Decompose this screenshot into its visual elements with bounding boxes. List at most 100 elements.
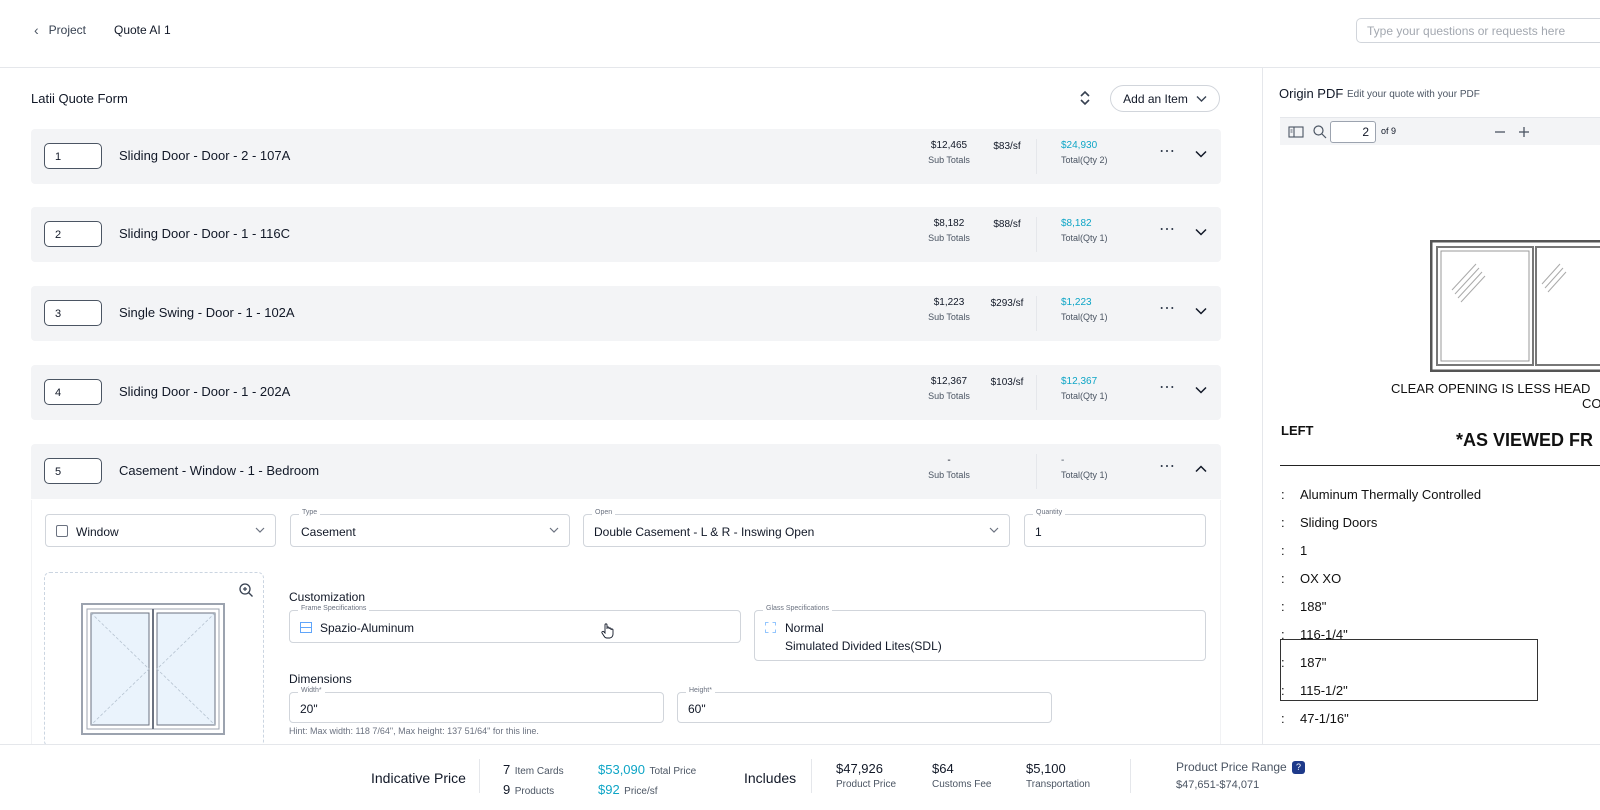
divider <box>1036 139 1037 174</box>
casement-window-drawing <box>81 603 225 735</box>
width-value: 20" <box>300 702 318 716</box>
subtotal-label: Sub Totals <box>928 233 970 243</box>
price-range-stat: Product Price Range $47,651-$74,071 <box>1176 760 1287 791</box>
item-row[interactable]: 4 Sliding Door - Door - 1 - 202A $12,367… <box>31 365 1221 420</box>
products-count: 9 <box>503 782 511 797</box>
pdf-row-text: 188" <box>1300 599 1327 614</box>
glass-spec-value-2: Simulated Divided Lites(SDL) <box>785 639 942 653</box>
total-label: Total(Qty 1) <box>1061 312 1108 322</box>
item-number-field[interactable]: 4 <box>44 379 102 405</box>
pdf-panel: Origin PDF Edit your quote with your PDF… <box>1262 68 1600 744</box>
frame-icon <box>300 622 312 633</box>
height-input[interactable]: Height* 60" <box>677 687 1052 723</box>
item-total: $1,223 Total(Qty 1) <box>1061 297 1141 322</box>
chevron-down-icon <box>549 527 559 533</box>
item-row[interactable]: 1 Sliding Door - Door - 2 - 107A $12,465… <box>31 129 1221 184</box>
height-label: Height* <box>686 687 715 694</box>
item-number-field[interactable]: 2 <box>44 221 102 247</box>
quantity-input[interactable]: Quantity 1 <box>1024 509 1206 547</box>
total-label: Total(Qty 1) <box>1061 391 1108 401</box>
frame-spec-field[interactable]: Frame Specifications Spazio-Aluminum <box>289 605 741 643</box>
chevron-down-icon[interactable] <box>1194 304 1208 318</box>
ask-input[interactable] <box>1356 18 1600 43</box>
glass-spec-value-1: Normal <box>785 621 824 635</box>
pdf-viewed-label: *AS VIEWED FR <box>1456 430 1594 450</box>
back-link[interactable]: ‹ Project <box>34 22 86 38</box>
type-select[interactable]: Type Casement <box>290 509 570 547</box>
total-value: $24,930 <box>1061 140 1098 151</box>
total-price-label: Total Price <box>649 766 697 777</box>
pdf-row-text: Aluminum Thermally Controlled <box>1300 487 1482 502</box>
quantity-label: Quantity <box>1033 509 1066 516</box>
open-select[interactable]: Open Double Casement - L & R - Inswing O… <box>583 509 1010 547</box>
type-label: Type <box>299 509 321 516</box>
pdf-rule <box>1280 465 1600 466</box>
subtotal-value: - <box>947 455 951 466</box>
pdf-title: Origin PDF <box>1279 86 1344 101</box>
price-summary-bar: Indicative Price 7 Item Cards 9 Products… <box>0 744 1600 810</box>
product-preview <box>44 572 264 747</box>
includes-label: Includes <box>744 770 797 786</box>
item-row[interactable]: 2 Sliding Door - Door - 1 - 116C $8,182 S… <box>31 207 1221 262</box>
pdf-row-sep: : <box>1281 683 1285 698</box>
chevron-down-icon[interactable] <box>1194 225 1208 239</box>
more-options-icon[interactable]: ⋯ <box>1159 219 1176 239</box>
chevron-down-icon[interactable] <box>1194 147 1208 161</box>
subtotal-value: $12,465 <box>930 140 968 151</box>
top-bar: ‹ Project Quote AI 1 <box>0 0 1600 68</box>
help-icon[interactable]: ? <box>1292 761 1305 774</box>
category-select[interactable]: Window <box>45 514 276 547</box>
divider <box>1130 759 1131 793</box>
glass-icon <box>765 622 776 633</box>
pdf-row-sep: : <box>1281 711 1285 726</box>
price-sf-stat: $92 Price/sf <box>598 781 658 799</box>
pdf-document-view[interactable]: CLEAR OPENING IS LESS HEAD CON LEFT *AS … <box>1280 145 1600 744</box>
frame-spec-label: Frame Specifications <box>298 605 370 612</box>
item-price-per-sf: $293/sf <box>990 298 1024 309</box>
add-item-button[interactable]: Add an Item <box>1110 85 1220 112</box>
zoom-in-icon[interactable] <box>1516 124 1532 140</box>
pdf-page-input[interactable] <box>1330 121 1376 143</box>
pdf-row-sep: : <box>1281 543 1285 558</box>
open-value: Double Casement - L & R - Inswing Open <box>594 525 815 539</box>
divider <box>479 759 480 793</box>
more-options-icon[interactable]: ⋯ <box>1159 298 1176 318</box>
item-subtotal: $12,465 Sub Totals <box>917 140 981 165</box>
pdf-row-text: 115-1/2" <box>1300 683 1348 698</box>
item-number-field[interactable]: 1 <box>44 143 102 169</box>
search-icon[interactable] <box>1312 124 1328 140</box>
total-value: $1,223 <box>1061 297 1092 308</box>
form-title: Latii Quote Form <box>31 91 128 106</box>
zoom-in-icon[interactable] <box>238 582 254 598</box>
chevron-down-icon <box>1196 95 1207 102</box>
chevron-down-icon[interactable] <box>1194 383 1208 397</box>
more-options-icon[interactable]: ⋯ <box>1159 141 1176 161</box>
more-options-icon[interactable]: ⋯ <box>1159 456 1176 476</box>
item-price-per-sf: $103/sf <box>990 377 1024 388</box>
transportation-label: Transportation <box>1026 779 1091 790</box>
product-price-value: $47,926 <box>836 761 883 776</box>
subtotal-label: Sub Totals <box>928 391 970 401</box>
customs-fee-value: $64 <box>932 761 954 776</box>
more-options-icon[interactable]: ⋯ <box>1159 377 1176 397</box>
item-row-expanded[interactable]: 5 Casement - Window - 1 - Bedroom - Sub T… <box>31 444 1221 499</box>
item-cards-stat: 7 Item Cards <box>503 761 564 779</box>
item-subtotal: $8,182 Sub Totals <box>917 218 981 243</box>
zoom-out-icon[interactable] <box>1492 124 1508 140</box>
pdf-left-label: LEFT <box>1281 423 1314 438</box>
product-price-label: Product Price <box>836 779 897 790</box>
sidebar-toggle-icon[interactable] <box>1288 124 1304 140</box>
products-label: Products <box>514 786 555 797</box>
dimension-hint: Hint: Max width: 118 7/64", Max height: … <box>289 726 539 736</box>
glass-spec-field[interactable]: Glass Specifications Normal Simulated Di… <box>754 605 1206 661</box>
glass-spec-label: Glass Specifications <box>763 605 833 612</box>
expand-collapse-icon[interactable] <box>1078 89 1092 107</box>
item-row[interactable]: 3 Single Swing - Door - 1 - 102A $1,223 S… <box>31 286 1221 341</box>
item-number-field[interactable]: 5 <box>44 458 102 484</box>
chevron-up-icon[interactable] <box>1194 462 1208 476</box>
width-input[interactable]: Width* 20" <box>289 687 664 723</box>
total-label: Total(Qty 2) <box>1061 155 1108 165</box>
pdf-row-text: Sliding Doors <box>1300 515 1378 530</box>
products-stat: 9 Products <box>503 781 554 799</box>
item-number-field[interactable]: 3 <box>44 300 102 326</box>
